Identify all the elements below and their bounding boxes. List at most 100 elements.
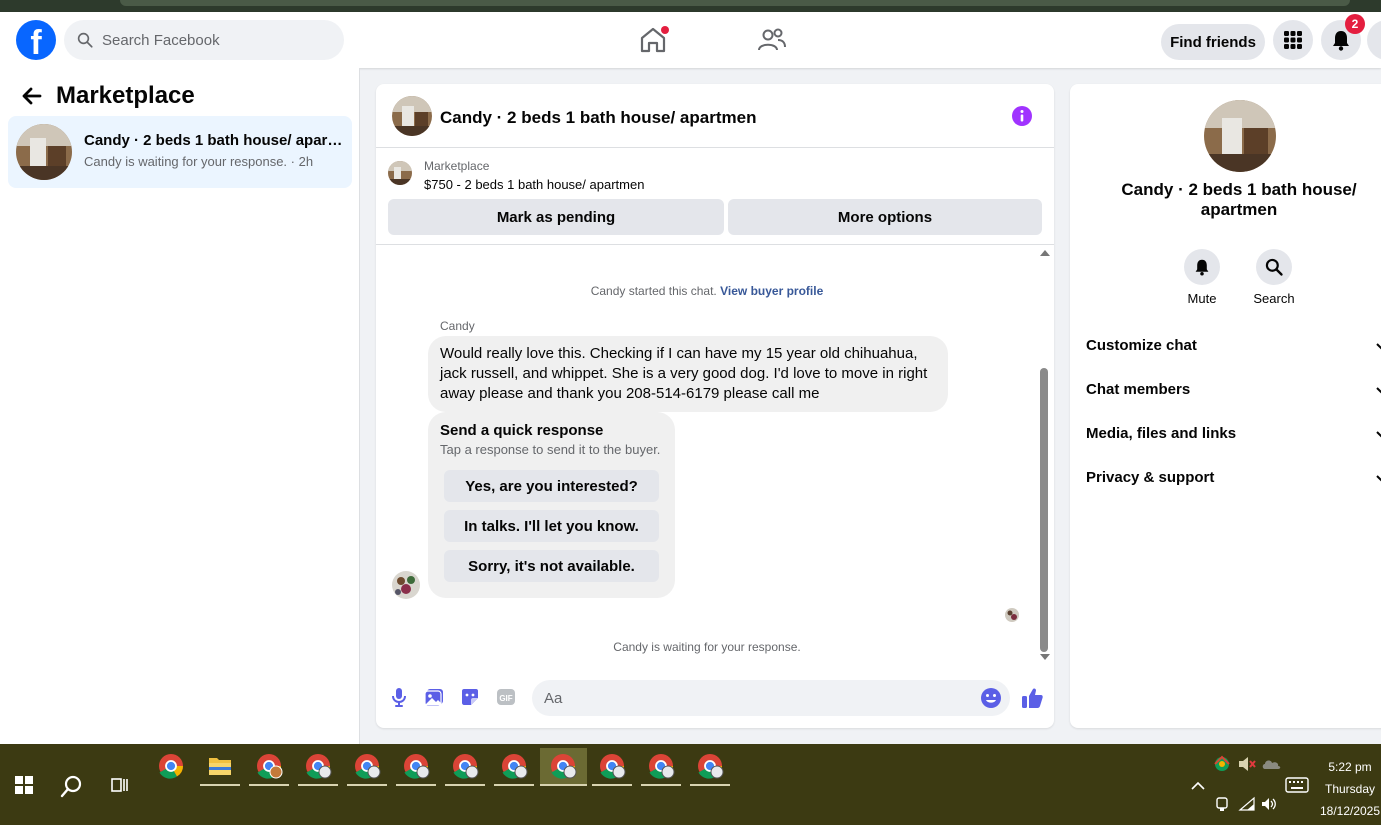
taskbar-chrome-profile-5[interactable] <box>445 748 485 786</box>
sender-name: Candy <box>440 319 475 333</box>
chat-scrollbar[interactable] <box>1038 248 1050 664</box>
chat-details-panel: Candy · 2 beds 1 bath house/ apartmen Mu… <box>1070 84 1381 728</box>
scrollbar-thumb[interactable] <box>1040 368 1048 652</box>
privacy-support-section[interactable]: Privacy & support <box>1086 469 1214 486</box>
taskbar-chrome-profile-6[interactable] <box>494 748 534 786</box>
taskbar-chrome-profile-1[interactable] <box>249 748 289 786</box>
microphone-icon[interactable] <box>388 686 410 708</box>
quick-response-not-available-button[interactable]: Sorry, it's not available. <box>444 550 659 582</box>
taskbar-chrome-profile-2[interactable] <box>298 748 338 786</box>
listing-photo-icon <box>388 161 412 185</box>
photo-icon[interactable] <box>423 686 445 708</box>
chrome-profile-icon <box>306 754 332 779</box>
facebook-logo-icon[interactable]: f <box>16 20 56 60</box>
app-open-indicator <box>396 784 436 786</box>
message-input[interactable] <box>532 680 1010 716</box>
taskbar-chrome-profile-7[interactable] <box>592 748 632 786</box>
taskbar-chrome-profile-9[interactable] <box>690 748 730 786</box>
mute-button[interactable]: Mute <box>1172 249 1232 306</box>
nav-home-tab[interactable] <box>636 26 670 54</box>
chat-members-section[interactable]: Chat members <box>1086 381 1190 398</box>
message-composer: GIF <box>376 676 1054 720</box>
chat-listing-thumbnail[interactable] <box>392 96 432 136</box>
chrome-tray-icon[interactable] <box>1212 754 1232 774</box>
taskbar-clock[interactable]: 5:22 pm Thursday 18/12/2025 <box>1318 756 1381 822</box>
taskbar-chrome-profile-3[interactable] <box>347 748 387 786</box>
chevron-up-icon[interactable] <box>1190 778 1206 794</box>
chat-panel: Candy · 2 beds 1 bath house/ apartmen Ma… <box>376 84 1054 728</box>
quick-response-card: Send a quick response Tap a response to … <box>428 412 675 598</box>
browser-top-strip <box>0 0 1381 12</box>
taskbar-file-explorer-app[interactable] <box>200 748 240 786</box>
windows-taskbar: 5:22 pm Thursday 18/12/2025 <box>0 744 1381 825</box>
seen-avatar-icon <box>1005 608 1019 622</box>
taskbar-chrome-profile-8[interactable] <box>641 748 681 786</box>
app-open-indicator <box>592 784 632 786</box>
back-arrow-icon[interactable] <box>20 84 44 108</box>
chevron-down-icon <box>1376 431 1381 438</box>
account-avatar-button[interactable] <box>1367 20 1381 60</box>
device-connect-icon[interactable] <box>1214 796 1230 812</box>
search-icon <box>1265 258 1283 276</box>
speaker-icon[interactable] <box>1260 796 1278 812</box>
friends-icon <box>758 28 786 51</box>
page-title: Marketplace <box>56 82 195 109</box>
listing-summary: Marketplace $750 - 2 beds 1 bath house/ … <box>376 149 1054 245</box>
top-header: f Find friends 2 <box>0 12 1381 68</box>
bell-icon <box>1333 31 1349 51</box>
emoji-icon[interactable] <box>980 687 1002 709</box>
clock-time: 5:22 pm <box>1328 760 1372 774</box>
home-notification-dot <box>661 26 669 34</box>
media-files-links-section[interactable]: Media, files and links <box>1086 425 1236 442</box>
app-open-indicator <box>540 784 587 786</box>
folder-icon <box>209 758 231 775</box>
chat-title[interactable]: Candy · 2 beds 1 bath house/ apartmen <box>440 108 756 128</box>
chrome-profile-icon <box>502 754 528 779</box>
more-options-button[interactable]: More options <box>728 199 1042 235</box>
browser-top-bar <box>120 0 1350 6</box>
avatar[interactable] <box>392 571 420 599</box>
taskbar-chrome-app[interactable] <box>151 748 191 786</box>
onedrive-cloud-icon[interactable] <box>1260 754 1282 774</box>
menu-button[interactable] <box>1273 20 1313 60</box>
list-item-thread[interactable]: Candy · 2 beds 1 bath house/ apart... Ca… <box>8 116 352 188</box>
scroll-up-arrow-icon[interactable] <box>1040 250 1050 256</box>
seen-indicator-avatar <box>1005 608 1019 622</box>
app-open-indicator <box>445 784 485 786</box>
listing-title[interactable]: $750 - 2 beds 1 bath house/ apartmen <box>424 177 644 192</box>
keyboard-icon[interactable] <box>1285 776 1309 794</box>
sticker-icon[interactable] <box>459 686 481 708</box>
search-label: Search <box>1253 291 1295 306</box>
search-input[interactable] <box>102 31 332 49</box>
waiting-notice: Candy is waiting for your response. <box>613 640 801 654</box>
volume-muted-icon[interactable] <box>1236 754 1256 774</box>
details-listing-thumbnail <box>1204 100 1276 172</box>
thumbs-up-icon[interactable] <box>1020 686 1044 710</box>
taskbar-search-icon[interactable] <box>60 774 84 798</box>
view-buyer-profile-link[interactable]: View buyer profile <box>720 284 823 298</box>
task-view-icon[interactable] <box>110 775 130 795</box>
info-icon[interactable] <box>1012 106 1032 126</box>
scroll-down-arrow-icon[interactable] <box>1040 654 1050 660</box>
quick-response-yes-button[interactable]: Yes, are you interested? <box>444 470 659 502</box>
mark-as-pending-button[interactable]: Mark as pending <box>388 199 724 235</box>
gif-icon[interactable]: GIF <box>495 686 517 708</box>
chrome-profile-icon <box>453 754 479 779</box>
find-friends-button[interactable]: Find friends <box>1161 24 1265 60</box>
search-conversation-button[interactable]: Search <box>1244 249 1304 306</box>
wifi-icon[interactable] <box>1238 796 1256 812</box>
app-open-indicator <box>690 784 730 786</box>
search-circle[interactable] <box>1256 249 1292 285</box>
taskbar-chrome-profile-active[interactable] <box>540 748 587 786</box>
search-box[interactable] <box>64 20 344 60</box>
windows-start-icon[interactable] <box>15 776 33 794</box>
taskbar-chrome-profile-4[interactable] <box>396 748 436 786</box>
listing-photo-icon <box>392 96 432 136</box>
chat-started-notice: Candy started this chat. View buyer prof… <box>376 284 1038 298</box>
mute-circle[interactable] <box>1184 249 1220 285</box>
listing-source: Marketplace <box>424 159 490 173</box>
chat-started-text: Candy started this chat. <box>590 284 717 298</box>
customize-chat-section[interactable]: Customize chat <box>1086 337 1197 354</box>
nav-friends-tab[interactable] <box>756 26 788 54</box>
quick-response-in-talks-button[interactable]: In talks. I'll let you know. <box>444 510 659 542</box>
